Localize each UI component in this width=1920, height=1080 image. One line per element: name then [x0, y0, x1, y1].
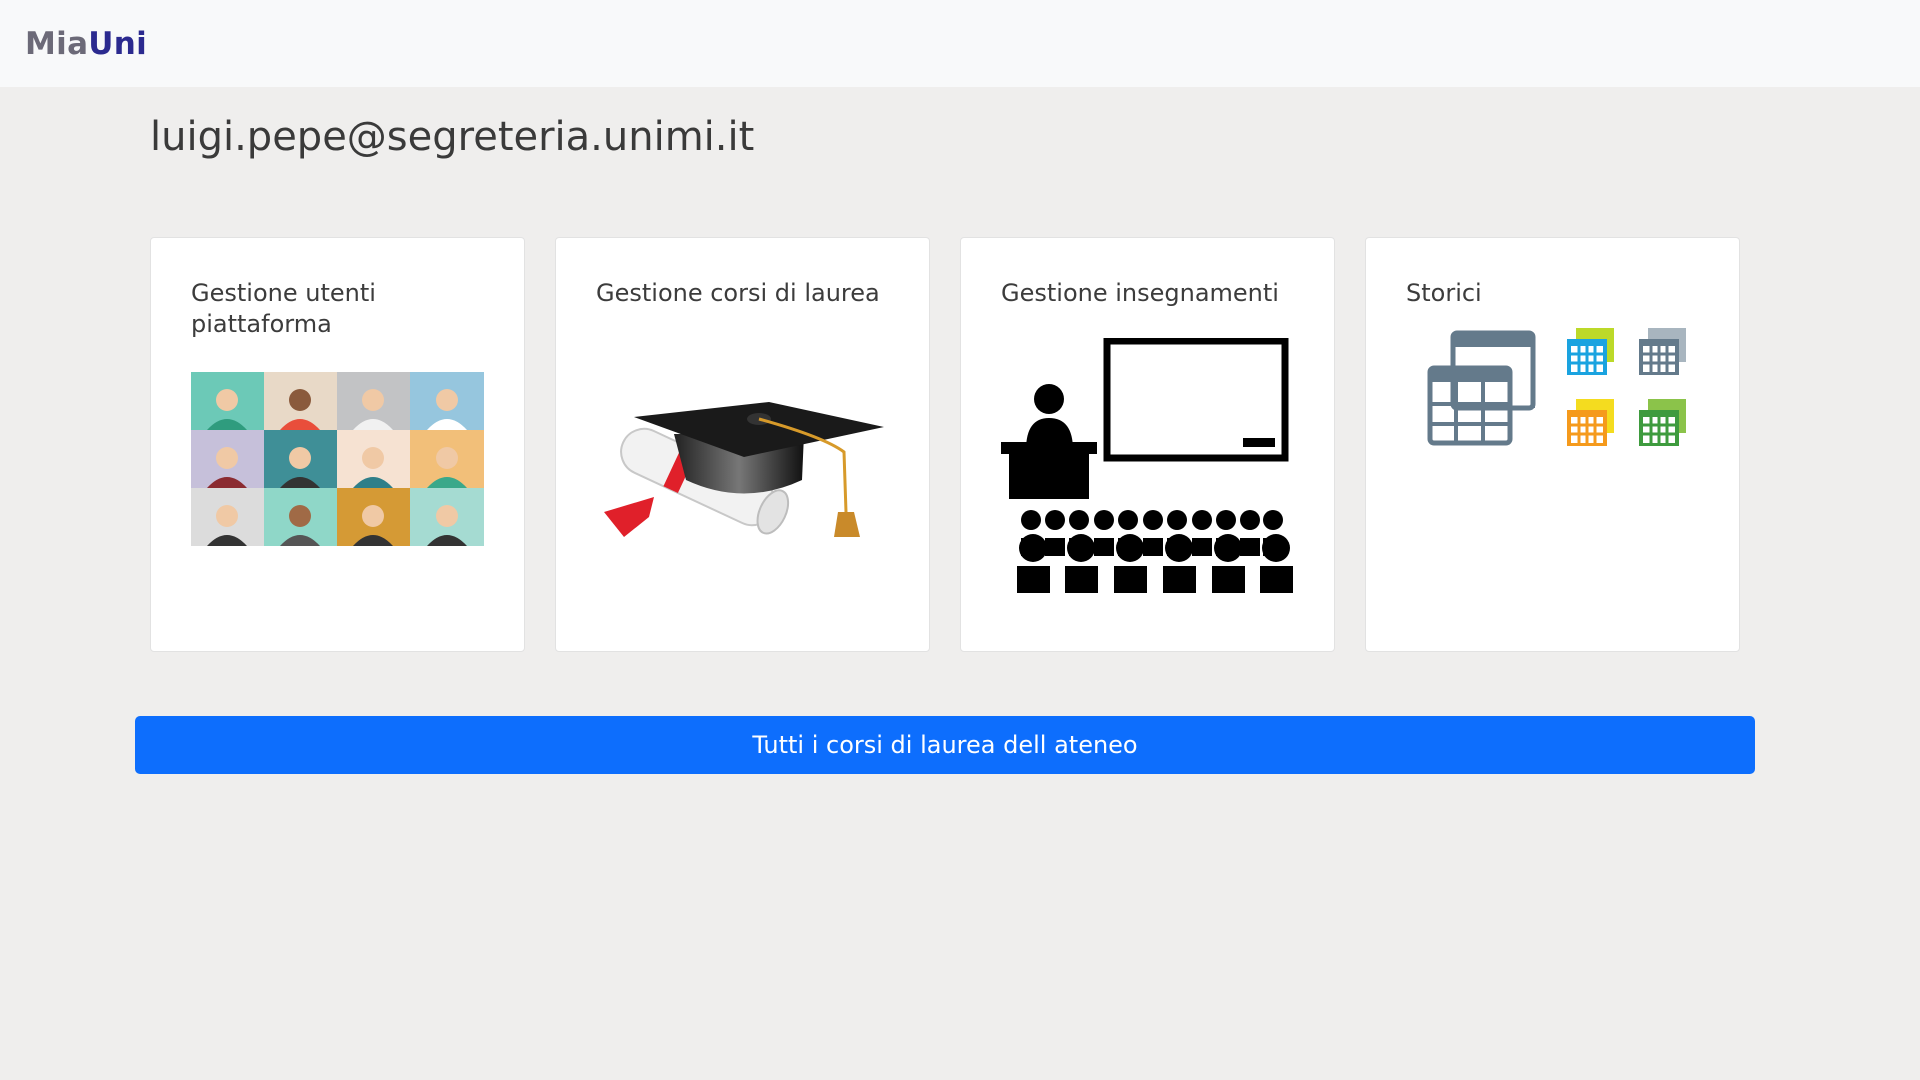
card-title: Gestione utenti piattaforma — [191, 279, 376, 338]
cards-row: Gestione utenti piattaforma Gestione cor… — [150, 237, 1740, 652]
card-teachings[interactable]: Gestione insegnamenti — [960, 237, 1335, 652]
people-grid-icon — [191, 372, 484, 546]
calendar-grid-icon — [1427, 328, 1686, 446]
card-title: Storici — [1406, 279, 1482, 307]
brand-logo[interactable]: MiaUni — [25, 26, 147, 62]
user-email: luigi.pepe@segreteria.unimi.it — [150, 114, 755, 160]
graduation-cap-icon — [604, 402, 884, 537]
brand-part1: Mia — [25, 25, 89, 62]
brand-part2: Uni — [88, 25, 148, 62]
card-title: Gestione insegnamenti — [1001, 279, 1279, 307]
classroom-icon — [1001, 338, 1293, 593]
card-degree-courses[interactable]: Gestione corsi di laurea — [555, 237, 930, 652]
card-title: Gestione corsi di laurea — [596, 279, 880, 307]
card-history[interactable]: Storici — [1365, 237, 1740, 652]
card-user-management[interactable]: Gestione utenti piattaforma — [150, 237, 525, 652]
all-degree-courses-button[interactable]: Tutti i corsi di laurea dell ateneo — [135, 716, 1755, 774]
navbar: MiaUni — [0, 0, 1920, 87]
